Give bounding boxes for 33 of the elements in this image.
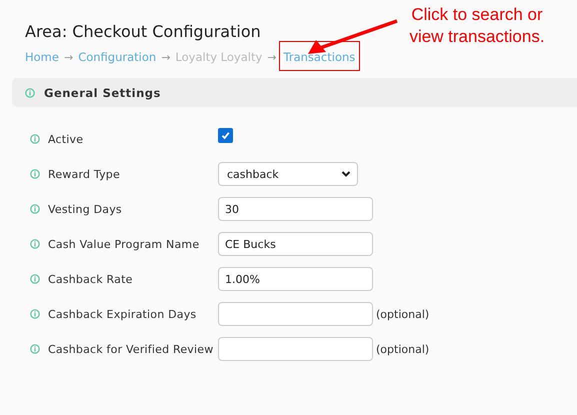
page-title: Area: Checkout Configuration	[25, 22, 261, 41]
breadcrumb-separator: →	[267, 50, 276, 64]
info-icon	[30, 204, 40, 214]
chevron-down-icon	[341, 170, 351, 178]
annotation-text: Click to search or view transactions.	[408, 4, 546, 48]
info-icon	[30, 169, 40, 179]
info-icon	[30, 239, 40, 249]
field-label: Cashback for Verified Review	[48, 342, 214, 356]
field-label: Cashback Expiration Days	[48, 308, 198, 320]
input-field[interactable]: 30	[218, 197, 373, 221]
field-label: Active	[48, 132, 84, 146]
breadcrumb-separator: →	[64, 50, 74, 64]
breadcrumb-current: Loyalty Loyalty	[175, 50, 262, 64]
optional-note: (optional)	[376, 342, 430, 356]
field-label: Cash Value Program Name	[48, 238, 200, 250]
input-field[interactable]: CE Bucks	[218, 232, 373, 256]
checkmark-icon	[221, 130, 230, 140]
field-label: Vesting Days	[48, 202, 123, 216]
info-icon	[30, 344, 40, 354]
optional-note: (optional)	[376, 308, 430, 320]
checkbox[interactable]	[218, 128, 233, 142]
info-icon	[25, 88, 35, 98]
field-label: Reward Type	[48, 168, 121, 180]
input-field[interactable]: 1.00%	[218, 267, 373, 291]
field-label: Cashback Rate	[48, 272, 134, 286]
info-icon	[30, 274, 40, 284]
input-field[interactable]	[218, 302, 373, 326]
input-field[interactable]	[218, 337, 373, 361]
info-icon	[30, 134, 40, 144]
select-field[interactable]: cashback	[218, 162, 358, 186]
section-title: General Settings	[44, 86, 161, 100]
breadcrumb-separator: →	[161, 50, 170, 64]
info-icon	[30, 309, 40, 319]
